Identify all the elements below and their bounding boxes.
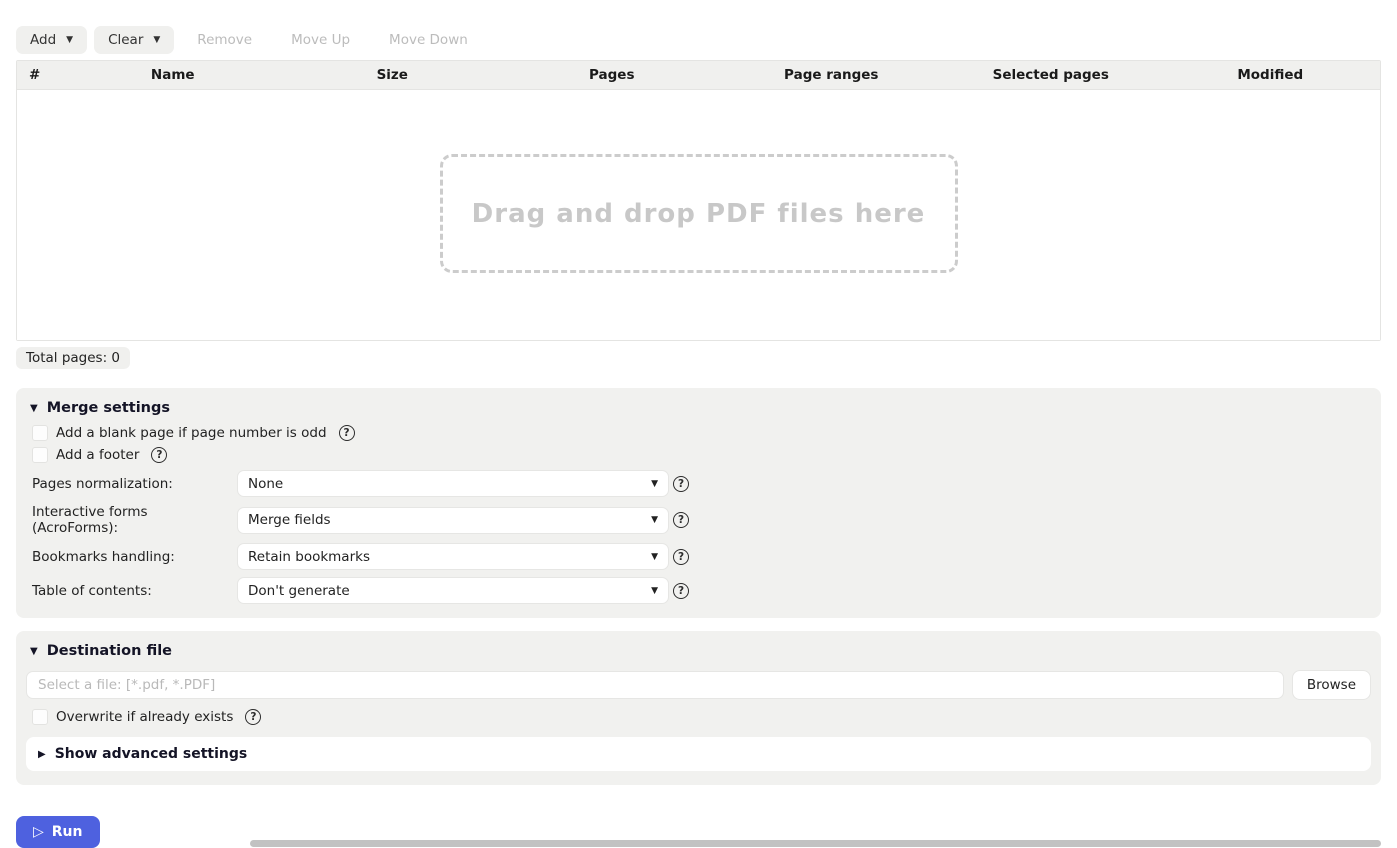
blank-page-checkbox-row: Add a blank page if page number is odd ?: [32, 425, 1371, 441]
pages-normalization-label: Pages normalization:: [32, 476, 237, 492]
show-advanced-settings[interactable]: ▶ Show advanced settings: [26, 737, 1371, 771]
collapse-triangle-icon: ▼: [30, 403, 38, 414]
toc-select[interactable]: Don't generate ▼: [237, 577, 669, 604]
help-icon[interactable]: ?: [245, 709, 261, 725]
clear-button[interactable]: Clear ▼: [94, 26, 174, 54]
run-button[interactable]: ▷ Run: [16, 816, 100, 848]
browse-button[interactable]: Browse: [1292, 670, 1371, 700]
add-button[interactable]: Add ▼: [16, 26, 87, 54]
acroforms-label: Interactive forms (AcroForms):: [32, 504, 237, 536]
help-icon[interactable]: ?: [339, 425, 355, 441]
acroforms-value: Merge fields: [248, 512, 651, 528]
show-advanced-settings-label: Show advanced settings: [55, 746, 248, 762]
overwrite-checkbox[interactable]: [32, 709, 48, 725]
remove-button[interactable]: Remove: [181, 26, 268, 54]
help-icon[interactable]: ?: [151, 447, 167, 463]
merge-settings-panel: ▼ Merge settings Add a blank page if pag…: [16, 388, 1381, 618]
drag-drop-hint: Drag and drop PDF files here: [472, 199, 926, 229]
move-up-button[interactable]: Move Up: [275, 26, 366, 54]
merge-settings-header[interactable]: ▼ Merge settings: [26, 400, 1371, 416]
file-toolbar: Add ▼ Clear ▼ Remove Move Up Move Down: [16, 26, 1381, 54]
blank-page-checkbox-label: Add a blank page if page number is odd: [56, 425, 327, 441]
chevron-down-icon: ▼: [651, 515, 658, 525]
clear-button-label: Clear: [108, 32, 143, 48]
column-header-modified[interactable]: Modified: [1161, 61, 1381, 89]
blank-page-checkbox[interactable]: [32, 425, 48, 441]
column-header-index[interactable]: #: [17, 61, 63, 89]
progress-bar: [250, 840, 1382, 847]
chevron-down-icon: ▼: [66, 35, 73, 45]
drag-drop-zone[interactable]: Drag and drop PDF files here: [440, 154, 958, 273]
run-row: ▷ Run: [16, 816, 1381, 848]
chevron-down-icon: ▼: [651, 586, 658, 596]
bookmarks-row: Bookmarks handling: Retain bookmarks ▼ ?: [32, 543, 1371, 570]
column-header-page-ranges[interactable]: Page ranges: [722, 61, 942, 89]
help-icon[interactable]: ?: [673, 512, 689, 528]
toc-row: Table of contents: Don't generate ▼ ?: [32, 577, 1371, 604]
merge-tool-page: Add ▼ Clear ▼ Remove Move Up Move Down #…: [0, 0, 1397, 848]
pages-normalization-row: Pages normalization: None ▼ ?: [32, 470, 1371, 497]
file-table-body: Drag and drop PDF files here: [17, 90, 1380, 340]
merge-settings-title: Merge settings: [47, 400, 170, 416]
column-header-size[interactable]: Size: [283, 61, 503, 89]
help-icon[interactable]: ?: [673, 583, 689, 599]
acroforms-select[interactable]: Merge fields ▼: [237, 507, 669, 534]
footer-checkbox-row: Add a footer ?: [32, 447, 1371, 463]
total-pages-badge: Total pages: 0: [16, 347, 130, 369]
collapse-triangle-icon: ▼: [30, 646, 38, 657]
file-table-header: # Name Size Pages Page ranges Selected p…: [17, 61, 1380, 90]
chevron-down-icon: ▼: [651, 552, 658, 562]
destination-title: Destination file: [47, 643, 172, 659]
column-header-selected-pages[interactable]: Selected pages: [941, 61, 1161, 89]
help-icon[interactable]: ?: [673, 549, 689, 565]
add-button-label: Add: [30, 32, 56, 48]
play-icon: ▷: [33, 824, 44, 840]
destination-file-row: Browse: [26, 670, 1371, 700]
toc-value: Don't generate: [248, 583, 651, 599]
column-header-pages[interactable]: Pages: [502, 61, 722, 89]
overwrite-checkbox-row: Overwrite if already exists ?: [32, 709, 1371, 725]
acroforms-row: Interactive forms (AcroForms): Merge fie…: [32, 504, 1371, 536]
bookmarks-value: Retain bookmarks: [248, 549, 651, 565]
bookmarks-select[interactable]: Retain bookmarks ▼: [237, 543, 669, 570]
chevron-down-icon: ▼: [153, 35, 160, 45]
pages-normalization-value: None: [248, 476, 651, 492]
move-down-button[interactable]: Move Down: [373, 26, 484, 54]
run-button-label: Run: [52, 824, 83, 840]
destination-header[interactable]: ▼ Destination file: [26, 643, 1371, 659]
file-table: # Name Size Pages Page ranges Selected p…: [16, 60, 1381, 341]
toc-label: Table of contents:: [32, 583, 237, 599]
column-header-name[interactable]: Name: [63, 61, 283, 89]
footer-checkbox-label: Add a footer: [56, 447, 139, 463]
help-icon[interactable]: ?: [673, 476, 689, 492]
destination-file-input[interactable]: [26, 671, 1284, 699]
pages-normalization-select[interactable]: None ▼: [237, 470, 669, 497]
overwrite-checkbox-label: Overwrite if already exists: [56, 709, 233, 725]
collapsed-triangle-icon: ▶: [38, 749, 46, 760]
destination-panel: ▼ Destination file Browse Overwrite if a…: [16, 631, 1381, 785]
footer-checkbox[interactable]: [32, 447, 48, 463]
bookmarks-label: Bookmarks handling:: [32, 549, 237, 565]
chevron-down-icon: ▼: [651, 479, 658, 489]
